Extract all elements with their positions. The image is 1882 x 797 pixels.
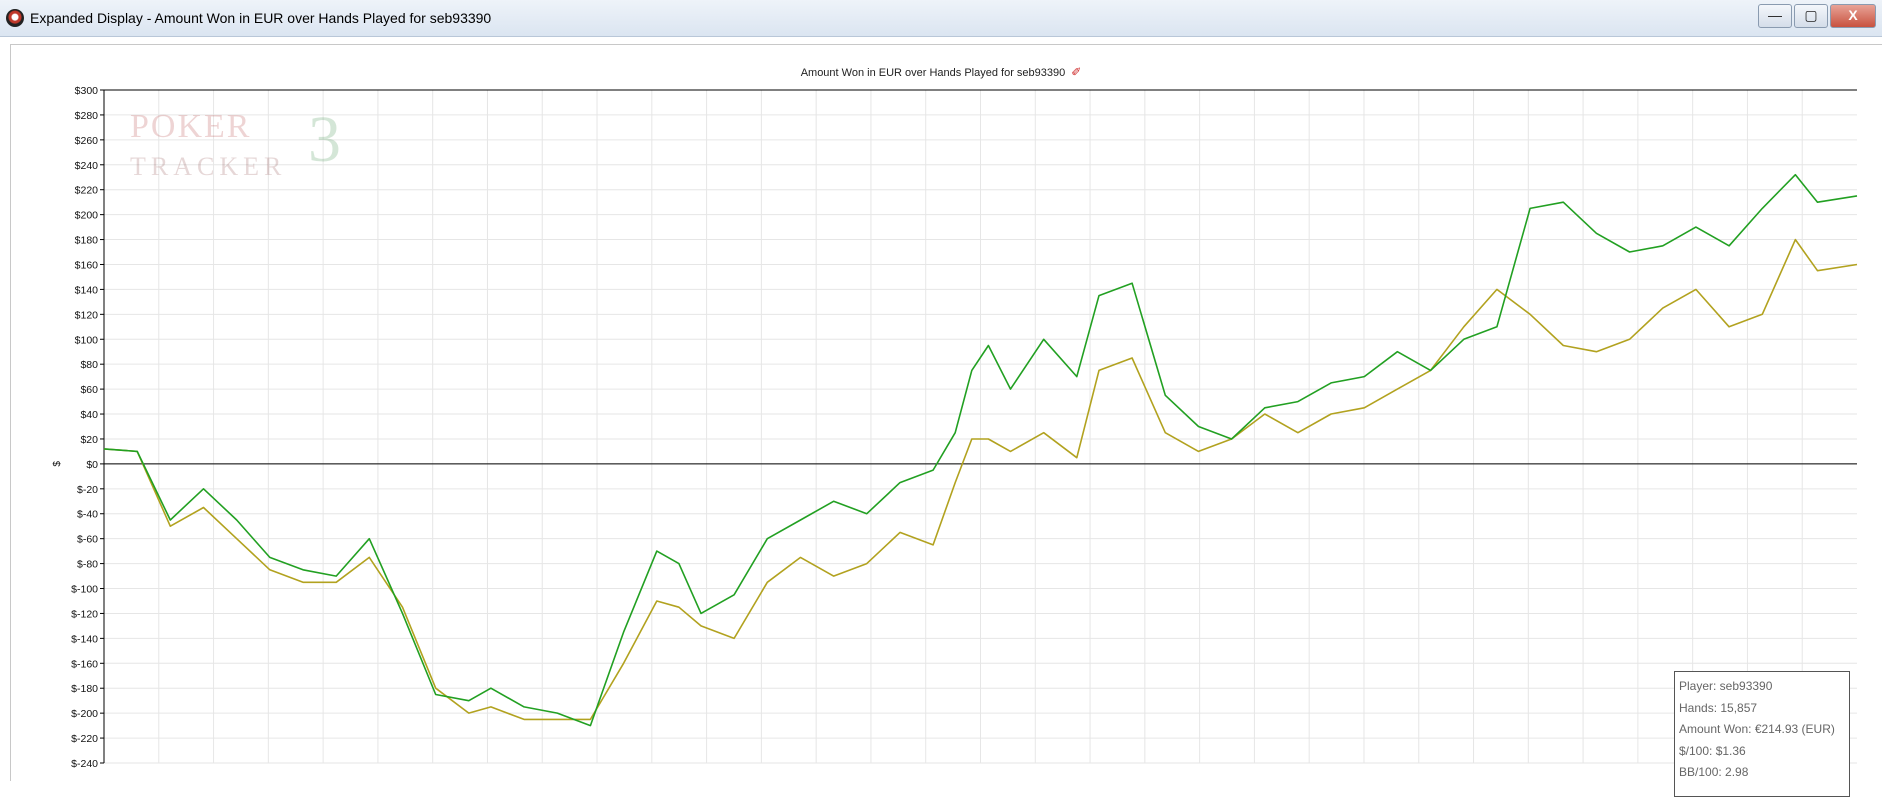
- y-tick-label: $100: [75, 334, 99, 346]
- y-axis-label: $: [52, 461, 63, 467]
- y-tick-label: $-100: [71, 584, 98, 596]
- y-tick-label: $160: [75, 259, 99, 271]
- y-tick-label: $240: [75, 160, 99, 172]
- y-tick-label: $180: [75, 235, 99, 247]
- stats-player: Player: seb93390: [1679, 679, 1773, 693]
- stats-amount-won: Amount Won: €214.93 (EUR): [1679, 722, 1835, 736]
- y-tick-label: $-220: [71, 733, 98, 745]
- y-tick-label: $120: [75, 309, 99, 321]
- y-tick-label: $-160: [71, 658, 98, 670]
- watermark-line1: POKER: [130, 108, 252, 145]
- y-tick-label: $-180: [71, 683, 98, 695]
- pokertracker-logo-watermark: POKER TRACKER 3: [130, 103, 341, 188]
- y-tick-label: $80: [80, 359, 98, 371]
- y-tick-label: $40: [80, 409, 98, 421]
- y-tick-label: $140: [75, 284, 99, 296]
- stats-bb-per-100: BB/100: 2.98: [1679, 765, 1749, 779]
- y-tick-label: $-240: [71, 758, 98, 770]
- y-tick-label: $260: [75, 135, 99, 147]
- y-tick-label: $-200: [71, 708, 98, 720]
- stats-dollar-per-100: $/100: $1.36: [1679, 743, 1746, 758]
- y-tick-label: $-60: [77, 534, 98, 546]
- watermark-line2: TRACKER: [130, 152, 287, 181]
- y-tick-label: $20: [80, 434, 98, 446]
- y-tick-label: $-40: [77, 509, 98, 521]
- y-tick-label: $200: [75, 210, 99, 222]
- y-tick-label: $-20: [77, 484, 98, 496]
- y-tick-label: $220: [75, 185, 99, 197]
- y-tick-label: $0: [86, 459, 98, 471]
- y-tick-label: $-120: [71, 608, 98, 620]
- watermark-mark: 3: [308, 103, 341, 176]
- y-tick-label: $-140: [71, 633, 98, 645]
- y-tick-label: $300: [75, 85, 99, 97]
- y-tick-label: $60: [80, 384, 98, 396]
- stats-box: Player: seb93390 Hands: 15,857 Amount Wo…: [1674, 671, 1850, 797]
- y-tick-label: $-80: [77, 559, 98, 571]
- stats-hands: Hands: 15,857: [1679, 700, 1758, 715]
- y-tick-label: $280: [75, 110, 99, 122]
